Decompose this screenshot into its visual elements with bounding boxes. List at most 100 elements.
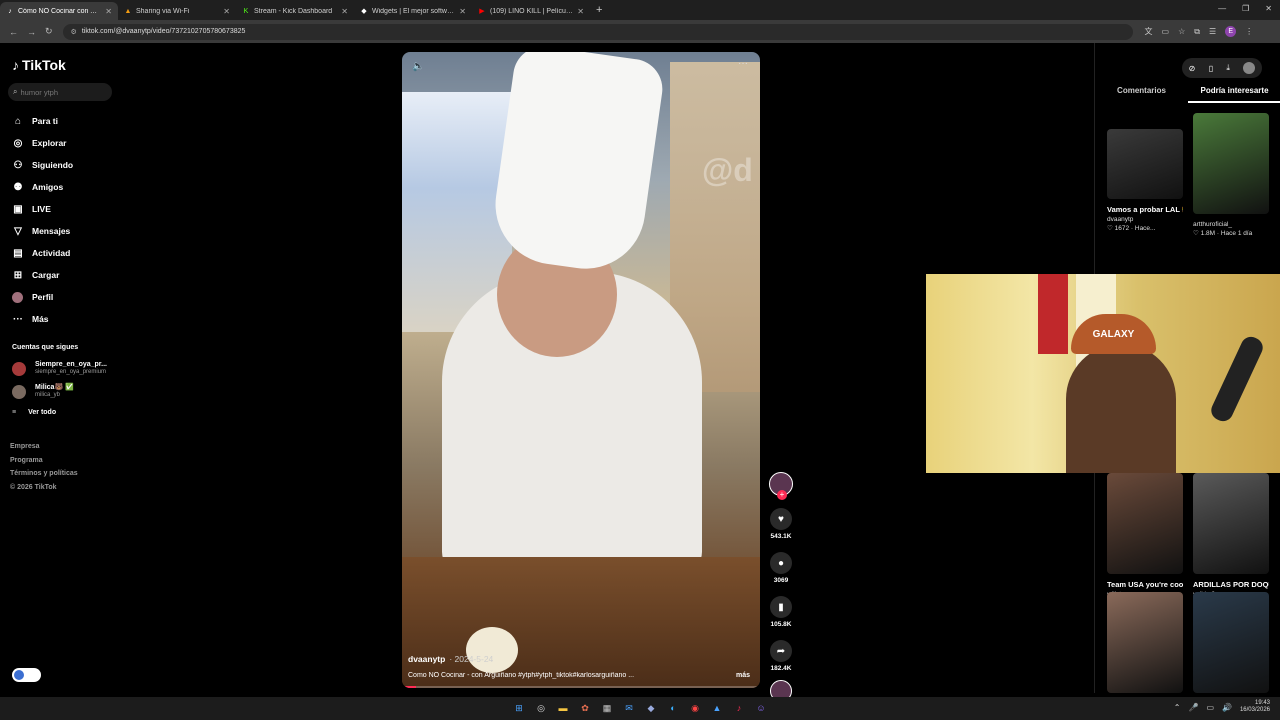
video-thumbnail[interactable]: [1193, 592, 1269, 693]
video-progress-bar[interactable]: [402, 686, 760, 688]
sidebar-item-live[interactable]: ▣ LIVE: [12, 198, 73, 220]
video-author[interactable]: dvaanytp · 2024-5-24: [408, 654, 493, 664]
video-more-icon[interactable]: ···: [738, 58, 748, 69]
video-username[interactable]: dvaanytp: [408, 654, 445, 664]
url-bar[interactable]: ⚙ tiktok.com/@dvaanytp/video/73721027057…: [62, 23, 1133, 40]
user-avatar[interactable]: [1243, 62, 1256, 74]
footer-link[interactable]: Programa: [10, 454, 78, 468]
search-input[interactable]: ⌕ humor ytph: [8, 83, 112, 101]
speaker-icon[interactable]: 🔊: [1222, 703, 1232, 712]
minimize-icon[interactable]: —: [1218, 4, 1226, 13]
translate-icon[interactable]: 文: [1145, 26, 1153, 37]
cast-icon[interactable]: ▭: [1162, 27, 1170, 36]
video-thumbnail[interactable]: [1107, 129, 1183, 199]
creator-avatar[interactable]: +: [769, 472, 793, 500]
browser-tab[interactable]: ♪ Cómo NO Cocinar con Arg… ✕: [0, 2, 118, 20]
sidebar-item-siguiendo[interactable]: ⚇ Siguiendo: [12, 154, 74, 176]
new-tab-button[interactable]: +: [596, 4, 602, 16]
chrome-icon[interactable]: ◉: [687, 700, 703, 716]
clock[interactable]: 19:43 16/03/2026: [1240, 700, 1270, 714]
follow-plus-icon[interactable]: +: [777, 490, 787, 500]
volume-icon[interactable]: 🔈: [412, 61, 424, 72]
sidebar-item-cargar[interactable]: ⊞ Cargar: [12, 264, 73, 286]
mail-icon[interactable]: ✉: [621, 700, 637, 716]
tray-chevron-icon[interactable]: ⌃: [1174, 703, 1181, 712]
recommended-video-card[interactable]: [1193, 592, 1269, 693]
mic-icon[interactable]: 🎤: [1188, 703, 1198, 712]
download-icon[interactable]: ⤓: [1226, 63, 1230, 73]
recommended-video-card[interactable]: Vamos a probar LAL 🍔 #ytph... dvaanytp ♡ 1…: [1107, 129, 1183, 233]
calendar-icon[interactable]: ▦: [599, 700, 615, 716]
device-icon[interactable]: ▯: [1209, 64, 1213, 73]
heart-icon[interactable]: ♥: [770, 508, 792, 530]
coin-icon[interactable]: ⊘: [1189, 64, 1196, 73]
reload-icon[interactable]: ↻: [45, 26, 53, 37]
bookmark-icon[interactable]: ▮: [770, 596, 792, 618]
close-tab-icon[interactable]: ✕: [105, 7, 112, 16]
extensions-icon[interactable]: ⧉: [1194, 27, 1200, 37]
browser-tab[interactable]: K Stream - Kick Dashboard ✕: [236, 2, 354, 20]
footer-link[interactable]: Empresa: [10, 440, 78, 454]
kebab-menu-icon[interactable]: ⋮: [1245, 27, 1253, 36]
recommended-video-card[interactable]: ARDILLAS POR DOQUIER 🐿 🔥 ...yuji.bs3♡ 40…: [1193, 473, 1269, 608]
video-more-link[interactable]: más: [736, 672, 750, 679]
edge-icon[interactable]: ◐: [665, 700, 681, 716]
footer-link[interactable]: Términos y políticas: [10, 467, 78, 481]
network-icon[interactable]: ▭: [1206, 703, 1214, 712]
video-thumbnail[interactable]: [1107, 473, 1183, 574]
profile-avatar[interactable]: E: [1225, 26, 1237, 37]
close-tab-icon[interactable]: ✕: [223, 7, 230, 16]
see-all-label: Ver todo: [28, 409, 57, 416]
sidebar-item-mensajes[interactable]: ▽ Mensajes: [12, 220, 73, 242]
save-action[interactable]: ▮ 105.8K: [768, 596, 794, 628]
browser-tab[interactable]: ▶ (109) LINO KILL | Película gracio… ✕: [472, 2, 590, 20]
tab-comments[interactable]: Comentarios: [1095, 86, 1188, 103]
bookmark-star-icon[interactable]: ☆: [1178, 27, 1185, 36]
browser-tab[interactable]: ◆ Widgets | El mejor software pa…✕: [354, 2, 472, 20]
comment-action[interactable]: ● 3069: [768, 552, 794, 584]
main-menu: ⌂ Para ti ◎ Explorar ⚇ Siguiendo ⚉ Amigos ▣ LIVE ▽…: [12, 110, 73, 330]
recommended-video-card[interactable]: Team USA you're cooked😂 ...willstunna_♡ …: [1107, 473, 1183, 608]
tab-recommended[interactable]: Podría interesarte: [1188, 86, 1280, 103]
copilot-icon[interactable]: ◎: [533, 700, 549, 716]
comment-icon[interactable]: ●: [770, 552, 792, 574]
video-thumbnail[interactable]: [1193, 113, 1269, 214]
browser-tab[interactable]: ▲ Sharing via Wi-Fi ✕: [118, 2, 236, 20]
app-icon[interactable]: ✿: [577, 700, 593, 716]
following-account[interactable]: Milica🐻 ✅ milica_yb: [12, 380, 107, 403]
recommended-video-card[interactable]: [1107, 592, 1183, 693]
video-thumbnail[interactable]: [1193, 473, 1269, 574]
sidebar-item-amigos[interactable]: ⚉ Amigos: [12, 176, 73, 198]
close-window-icon[interactable]: ✕: [1265, 4, 1272, 13]
sidebar-item-perfil[interactable]: Perfil: [12, 286, 73, 308]
video-player[interactable]: @d 🔈 ··· dvaanytp · 2024-5-24 Como NO Coc…: [402, 52, 760, 688]
file-explorer-icon[interactable]: ▬: [555, 700, 571, 716]
video-thumbnail[interactable]: [1107, 592, 1183, 693]
share-action[interactable]: ➦ 182.4K: [768, 640, 794, 672]
site-info-icon[interactable]: ⚙: [71, 28, 77, 36]
menu-lines-icon[interactable]: ☰: [1209, 27, 1216, 36]
sidebar-item-explorar[interactable]: ◎ Explorar: [12, 132, 73, 154]
maximize-icon[interactable]: ❐: [1242, 4, 1249, 13]
sidebar-item-actividad[interactable]: ▤ Actividad: [12, 242, 73, 264]
photos-icon[interactable]: ▲: [709, 700, 725, 716]
steam-icon[interactable]: ◆: [643, 700, 659, 716]
sidebar-item-parati[interactable]: ⌂ Para ti: [12, 110, 73, 132]
back-icon[interactable]: ←: [9, 27, 18, 37]
discord-icon[interactable]: ☺: [753, 700, 769, 716]
like-action[interactable]: ♥ 543.1K: [768, 508, 794, 540]
see-all-link[interactable]: ≡ Ver todo: [12, 409, 56, 416]
start-icon[interactable]: ⊞: [511, 700, 527, 716]
tiktok-app-icon[interactable]: ♪: [731, 700, 747, 716]
share-icon[interactable]: ➦: [770, 640, 792, 662]
theme-toggle[interactable]: [12, 668, 41, 682]
close-tab-icon[interactable]: ✕: [459, 7, 466, 16]
close-tab-icon[interactable]: ✕: [341, 7, 348, 16]
forward-icon[interactable]: →: [27, 27, 36, 37]
sidebar-item-ms[interactable]: ··· Más: [12, 308, 73, 330]
close-tab-icon[interactable]: ✕: [577, 7, 584, 16]
tiktok-logo[interactable]: ♪ TikTok: [12, 57, 66, 73]
recommended-video-card[interactable]: artthuroficial_ ♡ 1.8M · Hace 1 día: [1193, 113, 1269, 238]
following-account[interactable]: Siempre_en_oya_pr... siempre_en_oya_premi…: [12, 357, 107, 380]
following-icon: ⚇: [13, 159, 23, 171]
